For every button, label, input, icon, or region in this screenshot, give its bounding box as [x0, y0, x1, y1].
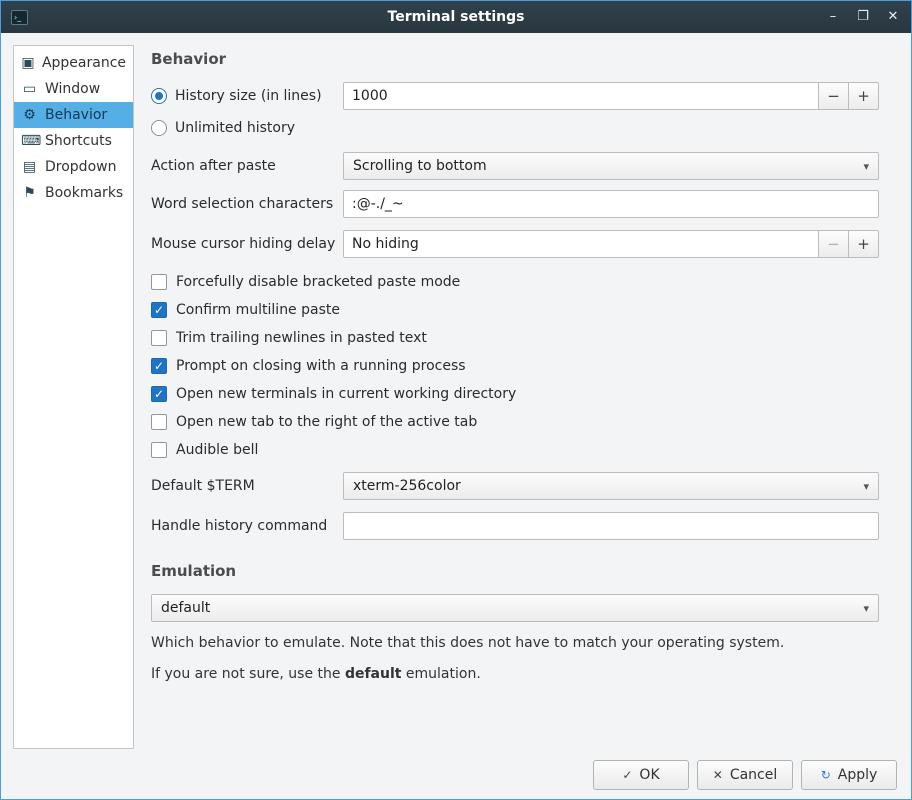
default-term-select[interactable]: xterm-256color ▾ — [343, 472, 879, 500]
checkbox-label: Open new tab to the right of the active … — [176, 414, 477, 430]
mouse-cursor-delay-label: Mouse cursor hiding delay — [151, 236, 335, 252]
action-after-paste-label: Action after paste — [151, 158, 276, 174]
mouse-cursor-delay-input[interactable] — [343, 230, 819, 258]
check-icon: ✓ — [622, 768, 632, 782]
restore-icon[interactable]: ❐ — [855, 1, 871, 33]
minimize-icon[interactable]: – — [825, 1, 841, 33]
open-tab-right-checkbox[interactable]: ✓ — [151, 414, 167, 430]
action-after-paste-row: Action after paste Scrolling to bottom ▾ — [151, 152, 879, 180]
emulation-select[interactable]: default ▾ — [151, 594, 879, 622]
appearance-icon: ▣ — [21, 55, 35, 71]
default-term-row: Default $TERM xterm-256color ▾ — [151, 472, 879, 500]
window-icon: ▭ — [21, 81, 38, 97]
cross-icon: ✕ — [713, 768, 723, 782]
sidebar-item-bookmarks[interactable]: ⚑ Bookmarks — [14, 180, 133, 206]
settings-sidebar: ▣ Appearance ▭ Window ⚙ Behavior ⌨ Short… — [13, 45, 134, 749]
sidebar-item-behavior[interactable]: ⚙ Behavior — [14, 102, 133, 128]
apply-button[interactable]: ↻ Apply — [801, 760, 897, 790]
emulation-heading: Emulation — [151, 562, 879, 580]
checkbox-label: Forcefully disable bracketed paste mode — [176, 274, 460, 290]
trim-trailing-newlines-row: ✓ Trim trailing newlines in pasted text — [151, 330, 879, 346]
action-after-paste-select[interactable]: Scrolling to bottom ▾ — [343, 152, 879, 180]
bracketed-paste-checkbox[interactable]: ✓ — [151, 274, 167, 290]
bracketed-paste-row: ✓ Forcefully disable bracketed paste mod… — [151, 274, 879, 290]
sidebar-item-label: Appearance — [42, 55, 126, 71]
selected-value: Scrolling to bottom — [353, 158, 487, 174]
sidebar-item-dropdown[interactable]: ▤ Dropdown — [14, 154, 133, 180]
unlimited-history-row: Unlimited history — [151, 120, 879, 136]
unlimited-history-radio[interactable] — [151, 120, 167, 136]
history-size-radio[interactable] — [151, 88, 167, 104]
behavior-page: Behavior History size (in lines) − + Unl… — [134, 45, 911, 749]
history-size-row: History size (in lines) − + — [151, 82, 879, 110]
close-icon[interactable]: ✕ — [885, 1, 901, 33]
trim-trailing-newlines-checkbox[interactable]: ✓ — [151, 330, 167, 346]
behavior-icon: ⚙ — [21, 107, 38, 123]
confirm-multiline-paste-row: ✓ Confirm multiline paste — [151, 302, 879, 318]
title-bar: ›_ Terminal settings – ❐ ✕ — [1, 1, 911, 33]
checkbox-label: Audible bell — [176, 442, 258, 458]
word-selection-label: Word selection characters — [151, 196, 333, 212]
sidebar-item-label: Bookmarks — [45, 185, 123, 201]
sidebar-item-label: Dropdown — [45, 159, 116, 175]
checkbox-label: Open new terminals in current working di… — [176, 386, 516, 402]
sidebar-item-appearance[interactable]: ▣ Appearance — [14, 50, 133, 76]
open-in-cwd-checkbox[interactable]: ✓ — [151, 386, 167, 402]
checkbox-label: Prompt on closing with a running process — [176, 358, 466, 374]
apply-icon: ↻ — [821, 768, 831, 782]
selected-value: xterm-256color — [353, 478, 461, 494]
window-title: Terminal settings — [1, 9, 911, 25]
history-size-input[interactable] — [343, 82, 819, 110]
sidebar-item-label: Shortcuts — [45, 133, 112, 149]
checkbox-label: Confirm multiline paste — [176, 302, 340, 318]
spin-minus-button[interactable]: − — [818, 230, 849, 258]
prompt-on-closing-checkbox[interactable]: ✓ — [151, 358, 167, 374]
behavior-heading: Behavior — [151, 50, 879, 68]
spin-plus-button[interactable]: + — [848, 230, 879, 258]
keyboard-icon: ⌨ — [21, 133, 38, 149]
history-size-label: History size (in lines) — [175, 88, 322, 104]
handle-history-label: Handle history command — [151, 518, 327, 534]
prompt-on-closing-row: ✓ Prompt on closing with a running proce… — [151, 358, 879, 374]
emulation-help-line2: If you are not sure, use the default emu… — [151, 665, 879, 685]
history-size-spinbox: − + — [343, 82, 879, 110]
audible-bell-checkbox[interactable]: ✓ — [151, 442, 167, 458]
dropdown-list-icon: ▤ — [21, 159, 38, 175]
sidebar-item-label: Window — [45, 81, 100, 97]
sidebar-item-shortcuts[interactable]: ⌨ Shortcuts — [14, 128, 133, 154]
emulation-row: default ▾ — [151, 594, 879, 622]
confirm-multiline-paste-checkbox[interactable]: ✓ — [151, 302, 167, 318]
window-controls: – ❐ ✕ — [825, 1, 901, 33]
sidebar-item-label: Behavior — [45, 107, 107, 123]
mouse-cursor-delay-spinbox: − + — [343, 230, 879, 258]
open-in-cwd-row: ✓ Open new terminals in current working … — [151, 386, 879, 402]
default-term-label: Default $TERM — [151, 478, 255, 494]
emulation-help-line1: Which behavior to emulate. Note that thi… — [151, 634, 879, 654]
unlimited-history-label: Unlimited history — [175, 120, 295, 136]
bookmark-icon: ⚑ — [21, 185, 38, 201]
spin-plus-button[interactable]: + — [848, 82, 879, 110]
word-selection-row: Word selection characters — [151, 190, 879, 218]
chevron-down-icon: ▾ — [863, 160, 869, 173]
chevron-down-icon: ▾ — [863, 602, 869, 615]
sidebar-item-window[interactable]: ▭ Window — [14, 76, 133, 102]
chevron-down-icon: ▾ — [863, 480, 869, 493]
cancel-button-label: Cancel — [730, 767, 777, 783]
handle-history-input[interactable] — [343, 512, 879, 540]
selected-value: default — [161, 600, 210, 616]
word-selection-input[interactable] — [343, 190, 879, 218]
checkbox-label: Trim trailing newlines in pasted text — [176, 330, 427, 346]
handle-history-row: Handle history command — [151, 512, 879, 540]
main-area: ▣ Appearance ▭ Window ⚙ Behavior ⌨ Short… — [1, 33, 911, 751]
ok-button-label: OK — [639, 767, 659, 783]
audible-bell-row: ✓ Audible bell — [151, 442, 879, 458]
cancel-button[interactable]: ✕ Cancel — [697, 760, 793, 790]
spin-minus-button[interactable]: − — [818, 82, 849, 110]
terminal-app-icon: ›_ — [11, 10, 28, 25]
dialog-footer: ✓ OK ✕ Cancel ↻ Apply — [1, 751, 911, 799]
open-tab-right-row: ✓ Open new tab to the right of the activ… — [151, 414, 879, 430]
apply-button-label: Apply — [838, 767, 878, 783]
ok-button[interactable]: ✓ OK — [593, 760, 689, 790]
mouse-cursor-delay-row: Mouse cursor hiding delay − + — [151, 230, 879, 258]
